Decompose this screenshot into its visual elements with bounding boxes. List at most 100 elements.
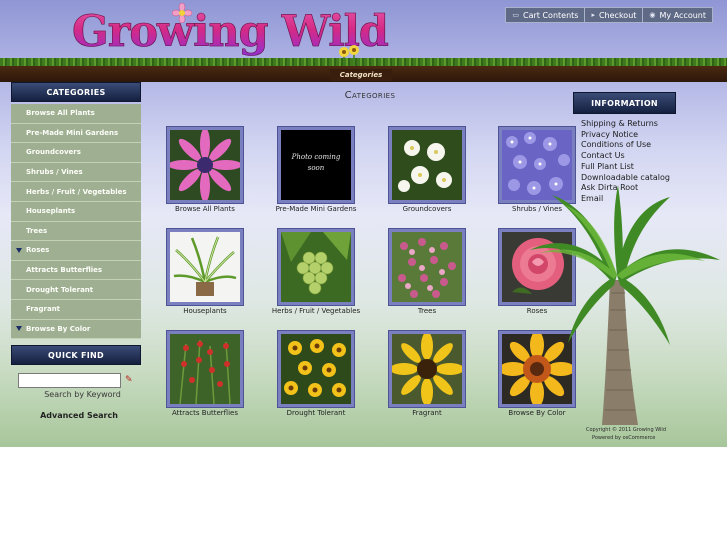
expand-triangle-icon: [16, 247, 22, 253]
person-icon: ◉: [649, 11, 656, 19]
category-tile[interactable]: Fragrant: [374, 331, 486, 417]
sidebar-item-shrubs-vines[interactable]: Shrubs / Vines: [11, 162, 141, 183]
yellow-flowers-image: [281, 334, 351, 404]
category-tile[interactable]: Photo coming soon Pre-Made Mini Gardens: [263, 127, 375, 213]
category-tile[interactable]: Browse All Plants: [152, 127, 264, 213]
sidebar-item-pre-made-mini-gardens[interactable]: Pre-Made Mini Gardens: [11, 123, 141, 144]
category-caption[interactable]: Pre-Made Mini Gardens: [263, 205, 369, 213]
category-thumbnail[interactable]: [389, 331, 465, 407]
category-caption[interactable]: Trees: [374, 307, 480, 315]
sidebar-item-groundcovers[interactable]: Groundcovers: [11, 143, 141, 163]
checkout-button[interactable]: ▸ Checkout: [585, 7, 644, 23]
top-nav: ▭ Cart Contents ▸ Checkout ◉ My Account: [505, 7, 713, 23]
footer-copyright: Copyright © 2011 Growing Wild Powered by…: [586, 426, 666, 442]
search-label: Search by Keyword: [44, 390, 121, 399]
category-tile[interactable]: Herbs / Fruit / Vegetables: [263, 229, 375, 315]
sidebar-item-fragrant[interactable]: Fragrant: [11, 299, 141, 320]
category-caption[interactable]: Browse All Plants: [152, 205, 258, 213]
sidebar-item-houseplants[interactable]: Houseplants: [11, 201, 141, 222]
page: Growing Wild ▭ Cart Contents ▸ Checkout …: [0, 0, 727, 545]
category-tile[interactable]: Houseplants: [152, 229, 264, 315]
search-go-icon[interactable]: ✎: [125, 375, 136, 386]
sidebar-item-label: Pre-Made Mini Gardens: [26, 128, 119, 137]
checkout-label: Checkout: [598, 10, 637, 20]
shipping-returns-link[interactable]: Shipping & Returns: [581, 119, 670, 130]
breadcrumb[interactable]: Categories: [330, 69, 392, 81]
category-caption[interactable]: Herbs / Fruit / Vegetables: [263, 307, 369, 315]
sidebar-item-roses[interactable]: Roses: [11, 241, 141, 261]
ask-dirta-root-link[interactable]: Ask Dirta Root: [581, 183, 670, 194]
white-blossom-image: [392, 130, 462, 200]
category-caption[interactable]: Groundcovers: [374, 205, 480, 213]
category-caption[interactable]: Fragrant: [374, 409, 480, 417]
downloadable-catalog-link[interactable]: Downloadable catalog: [581, 173, 670, 184]
sidebar-item-trees[interactable]: Trees: [11, 221, 141, 242]
site-logo[interactable]: Growing Wild: [72, 3, 389, 66]
my-account-button[interactable]: ◉ My Account: [643, 7, 713, 23]
full-plant-list-link[interactable]: Full Plant List: [581, 162, 670, 173]
logo-daisy-icon: [339, 45, 359, 66]
sidebar-item-label: Drought Tolerant: [26, 285, 94, 294]
category-thumbnail[interactable]: [167, 331, 243, 407]
pink-daisy-image: [170, 130, 240, 200]
sidebar-item-label: Browse By Color: [26, 324, 91, 333]
sidebar-item-browse-all-plants[interactable]: Browse All Plants: [11, 104, 141, 124]
my-account-label: My Account: [659, 10, 706, 20]
category-list: Browse All Plants Pre-Made Mini Gardens …: [11, 104, 141, 340]
category-thumbnail[interactable]: [167, 229, 243, 305]
grapes-image: [281, 232, 351, 302]
page-title: Categories: [160, 90, 580, 101]
category-thumbnail[interactable]: [389, 127, 465, 203]
header: Growing Wild ▭ Cart Contents ▸ Checkout …: [0, 0, 727, 82]
category-tile[interactable]: Groundcovers: [374, 127, 486, 213]
powered-by-text[interactable]: Powered by osCommerce: [586, 434, 666, 442]
sidebar-item-label: Herbs / Fruit / Vegetables: [26, 187, 127, 196]
information-list: Shipping & Returns Privacy Notice Condit…: [581, 119, 670, 205]
logo-flower-icon: [172, 3, 192, 23]
quick-find-heading: QUICK FIND: [11, 345, 141, 365]
category-thumbnail[interactable]: [278, 229, 354, 305]
sidebar-item-label: Browse All Plants: [26, 109, 95, 118]
photo-placeholder: Photo coming soon: [281, 152, 351, 174]
sunflower-image: [392, 334, 462, 404]
email-link[interactable]: Email: [581, 194, 670, 205]
expand-triangle-icon: [16, 326, 22, 332]
sidebar-item-label: Fragrant: [26, 305, 61, 314]
palm-tree-image: [530, 185, 720, 425]
sidebar-item-label: Shrubs / Vines: [26, 168, 83, 177]
advanced-search-link[interactable]: Advanced Search: [11, 411, 147, 420]
category-thumbnail[interactable]: Photo coming soon: [278, 127, 354, 203]
sidebar-item-label: Roses: [26, 246, 50, 255]
category-thumbnail[interactable]: [167, 127, 243, 203]
sidebar-item-drought-tolerant[interactable]: Drought Tolerant: [11, 280, 141, 300]
category-tile[interactable]: Drought Tolerant: [263, 331, 375, 417]
information-heading: INFORMATION: [573, 92, 676, 114]
site: Growing Wild ▭ Cart Contents ▸ Checkout …: [0, 0, 727, 447]
cart-icon: ▭: [512, 11, 519, 19]
category-tile[interactable]: Trees: [374, 229, 486, 315]
category-caption[interactable]: Drought Tolerant: [263, 409, 369, 417]
flowering-tree-image: [392, 232, 462, 302]
cart-contents-label: Cart Contents: [523, 10, 579, 20]
copyright-text: Copyright © 2011 Growing Wild: [586, 427, 666, 433]
category-thumbnail[interactable]: [389, 229, 465, 305]
sidebar-item-label: Attracts Butterflies: [26, 266, 103, 275]
privacy-notice-link[interactable]: Privacy Notice: [581, 130, 670, 141]
arrow-right-icon: ▸: [591, 11, 595, 19]
sidebar-item-label: Trees: [26, 226, 48, 235]
category-caption[interactable]: Attracts Butterflies: [152, 409, 258, 417]
sidebar-item-browse-by-color[interactable]: Browse By Color: [11, 319, 141, 340]
photo-placeholder-line: Photo coming: [291, 153, 341, 161]
sidebar-item-herbs-fruit-vegetables[interactable]: Herbs / Fruit / Vegetables: [11, 182, 141, 202]
contact-us-link[interactable]: Contact Us: [581, 151, 670, 162]
photo-placeholder-line: soon: [307, 164, 325, 172]
cart-contents-button[interactable]: ▭ Cart Contents: [505, 7, 586, 23]
conditions-of-use-link[interactable]: Conditions of Use: [581, 140, 670, 151]
sidebar-item-label: Houseplants: [26, 207, 76, 216]
category-tile[interactable]: Attracts Butterflies: [152, 331, 264, 417]
search-input[interactable]: [18, 373, 121, 388]
category-caption[interactable]: Houseplants: [152, 307, 258, 315]
category-thumbnail[interactable]: [278, 331, 354, 407]
sidebar-item-attracts-butterflies[interactable]: Attracts Butterflies: [11, 260, 141, 281]
spider-plant-image: [170, 232, 240, 302]
